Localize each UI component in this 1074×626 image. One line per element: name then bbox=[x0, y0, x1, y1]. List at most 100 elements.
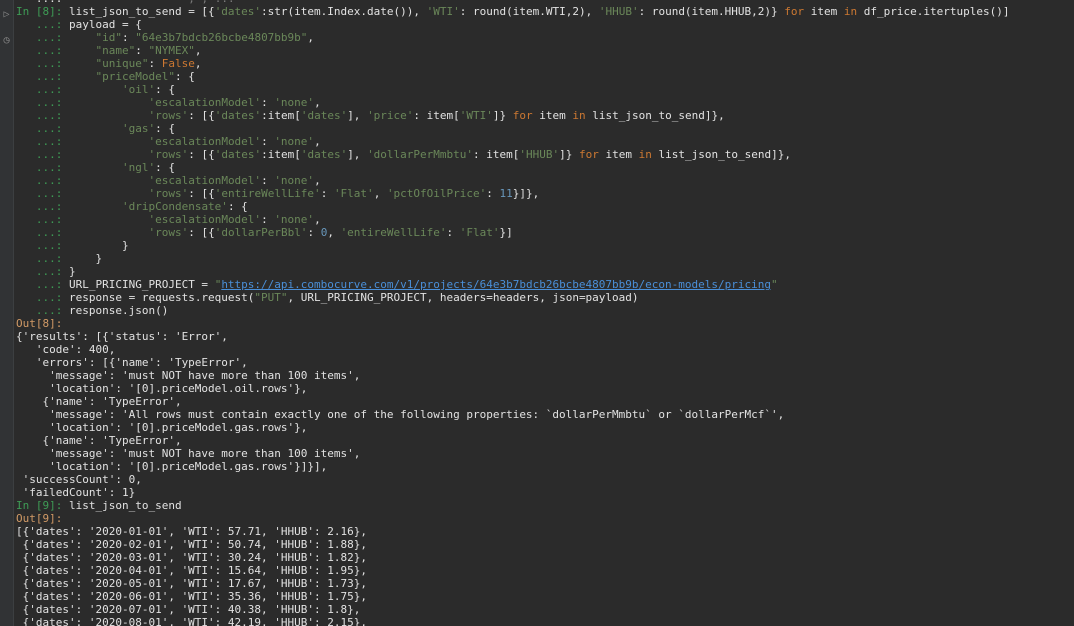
code-token: {'dates': '2020-08-01', 'WTI': 42.19, 'H… bbox=[16, 616, 367, 626]
code-token: in bbox=[572, 109, 586, 122]
code-token: 'location': '[0].priceModel.gas.rows'}, bbox=[16, 421, 308, 434]
code-token: , bbox=[314, 213, 321, 226]
code-token: , bbox=[314, 135, 321, 148]
run-icon[interactable]: ▷ bbox=[1, 9, 12, 20]
console-line: {'dates': '2020-08-01', 'WTI': 42.19, 'H… bbox=[16, 616, 1072, 626]
console-line: ...: } bbox=[16, 252, 1072, 265]
code-token: 'failedCount': 1} bbox=[16, 486, 136, 499]
prompt-label: ...: bbox=[16, 18, 69, 31]
console-line: ...: 'oil': { bbox=[16, 83, 1072, 96]
code-token: 'none' bbox=[274, 174, 315, 187]
console-line: ...: 'escalationModel': 'none', bbox=[16, 174, 1072, 187]
console-line: In [8]: list_json_to_send = [{'dates':st… bbox=[16, 5, 1072, 18]
console-line: 'message': 'All rows must contain exactl… bbox=[16, 408, 1072, 421]
console-output[interactable]: ...: , , ...In [8]: list_json_to_send = … bbox=[16, 0, 1072, 626]
code-token: , bbox=[194, 57, 202, 70]
prompt-label: ...: bbox=[16, 44, 69, 57]
code-token: : bbox=[261, 96, 275, 109]
console-line: ...: 'gas': { bbox=[16, 122, 1072, 135]
code-token: 'dollarPerBbl' bbox=[214, 226, 308, 239]
history-icon[interactable]: ◷ bbox=[1, 35, 12, 46]
code-token: "unique" bbox=[95, 57, 149, 70]
console-line: 'location': '[0].priceModel.gas.rows'}, bbox=[16, 421, 1072, 434]
console-line: ...: response.json() bbox=[16, 304, 1072, 317]
code-token: :str(item.Index.date()), bbox=[261, 5, 427, 18]
code-token: 'dates' bbox=[300, 109, 348, 122]
code-token: 'dates' bbox=[214, 5, 262, 18]
prompt-label: ...: bbox=[16, 109, 69, 122]
prompt-label: In [9]: bbox=[16, 499, 69, 512]
console-line: ...: "unique": False, bbox=[16, 57, 1072, 70]
url-link[interactable]: https://api.combocurve.com/v1/projects/6… bbox=[221, 278, 771, 291]
code-token: {'dates': '2020-03-01', 'WTI': 30.24, 'H… bbox=[16, 551, 367, 564]
console-line: {'dates': '2020-02-01', 'WTI': 50.74, 'H… bbox=[16, 538, 1072, 551]
code-token: {'dates': '2020-04-01', 'WTI': 15.64, 'H… bbox=[16, 564, 367, 577]
console-line: 'errors': [{'name': 'TypeError', bbox=[16, 356, 1072, 369]
code-token: "name" bbox=[95, 44, 136, 57]
code-token: " bbox=[771, 278, 778, 291]
code-token: 'escalationModel' bbox=[148, 174, 262, 187]
console-line: {'results': [{'status': 'Error', bbox=[16, 330, 1072, 343]
code-token: 'successCount': 0, bbox=[16, 473, 142, 486]
code-token: "id" bbox=[95, 31, 122, 44]
code-token: : round(item.WTI,2), bbox=[459, 5, 599, 18]
code-token: , bbox=[194, 44, 202, 57]
code-token: ]} bbox=[559, 148, 580, 161]
code-token: 'rows' bbox=[148, 187, 189, 200]
code-token: : bbox=[261, 174, 275, 187]
code-token: , URL_PRICING_PROJECT, headers=headers, … bbox=[287, 291, 639, 304]
console-line: ...: 'rows': [{'dates':item['dates'], 'd… bbox=[16, 148, 1072, 161]
code-token: "PUT" bbox=[254, 291, 288, 304]
code-token: 'entireWellLife' bbox=[340, 226, 447, 239]
code-token: 'errors': [{'name': 'TypeError', bbox=[16, 356, 248, 369]
code-token: in bbox=[638, 148, 652, 161]
code-token: 'Flat' bbox=[459, 226, 500, 239]
console-line: [{'dates': '2020-01-01', 'WTI': 57.71, '… bbox=[16, 525, 1072, 538]
prompt-label: ...: bbox=[16, 31, 69, 44]
console-gutter: ▷ ◷ bbox=[0, 0, 14, 626]
code-token: : item[ bbox=[413, 109, 460, 122]
code-token: "priceModel" bbox=[95, 70, 175, 83]
code-token: for bbox=[579, 148, 599, 161]
code-token: : { bbox=[227, 200, 248, 213]
console-line: ...: URL_PRICING_PROJECT = "https://api.… bbox=[16, 278, 1072, 291]
code-token: item bbox=[804, 5, 844, 18]
code-token: 'dripCondensate' bbox=[121, 200, 228, 213]
code-token: 'entireWellLife' bbox=[214, 187, 321, 200]
console-line: ...: } bbox=[16, 265, 1072, 278]
console-line: {'dates': '2020-03-01', 'WTI': 30.24, 'H… bbox=[16, 551, 1072, 564]
code-token: : bbox=[320, 187, 334, 200]
code-token: 'code': 400, bbox=[16, 343, 116, 356]
code-token: 'dates' bbox=[214, 109, 262, 122]
code-token: for bbox=[784, 5, 805, 18]
code-token: 'none' bbox=[274, 213, 315, 226]
code-token: 'WTI' bbox=[459, 109, 493, 122]
prompt-label: ...: bbox=[16, 70, 69, 83]
code-token: {'name': 'TypeError', bbox=[16, 434, 182, 447]
code-token: : { bbox=[155, 161, 175, 174]
prompt-label: ...: bbox=[16, 278, 69, 291]
console-line: 'location': '[0].priceModel.gas.rows'}]}… bbox=[16, 460, 1072, 473]
code-token: : { bbox=[174, 70, 195, 83]
code-token: list_json_to_send]}, bbox=[651, 148, 791, 161]
prompt-label: ...: bbox=[16, 148, 69, 161]
code-token: item bbox=[598, 148, 639, 161]
code-token: 'dates' bbox=[214, 148, 262, 161]
prompt-label: ...: bbox=[16, 96, 69, 109]
code-token: {'results': [{'status': 'Error', bbox=[16, 330, 228, 343]
console-line: {'name': 'TypeError', bbox=[16, 434, 1072, 447]
code-token: 'escalationModel' bbox=[148, 96, 262, 109]
code-token: , bbox=[307, 31, 315, 44]
code-token: 'dates' bbox=[300, 148, 348, 161]
code-token: 'dollarPerMmbtu' bbox=[367, 148, 474, 161]
console-line: 'failedCount': 1} bbox=[16, 486, 1072, 499]
code-token: 'rows' bbox=[148, 148, 189, 161]
code-token: 'Flat' bbox=[333, 187, 374, 200]
